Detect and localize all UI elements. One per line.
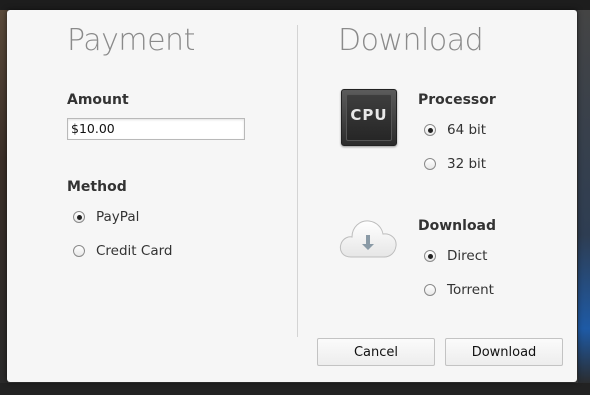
column-divider — [297, 25, 298, 337]
background-bottom — [0, 383, 590, 395]
radio-button[interactable] — [424, 158, 436, 170]
processor-option-64bit[interactable]: 64 bit — [424, 120, 486, 140]
processor-label: Processor — [418, 92, 496, 108]
processor-option-label: 64 bit — [447, 122, 487, 138]
cancel-button[interactable]: Cancel — [317, 338, 435, 366]
cpu-icon: CPU — [341, 89, 397, 146]
background-right — [578, 10, 590, 385]
download-button[interactable]: Download — [445, 338, 563, 366]
radio-button[interactable] — [424, 284, 436, 296]
download-option-torrent[interactable]: Torrent — [424, 280, 494, 300]
method-option-credit-card[interactable]: Credit Card — [73, 241, 172, 261]
radio-button[interactable] — [73, 245, 85, 257]
processor-option-label: 32 bit — [447, 156, 487, 172]
download-option-direct[interactable]: Direct — [424, 246, 487, 266]
radio-button[interactable] — [424, 124, 436, 136]
method-option-label: Credit Card — [96, 243, 173, 259]
download-option-label: Direct — [447, 248, 488, 264]
download-mode-label: Download — [418, 218, 497, 234]
method-option-label: PayPal — [96, 209, 140, 225]
cloud-download-icon — [339, 220, 397, 258]
radio-button[interactable] — [73, 211, 85, 223]
download-option-label: Torrent — [447, 282, 494, 298]
download-heading: Download — [338, 23, 484, 58]
amount-label: Amount — [67, 92, 129, 108]
amount-field[interactable]: $10.00 — [67, 118, 245, 140]
cpu-icon-text: CPU — [350, 106, 388, 124]
method-option-paypal[interactable]: PayPal — [73, 207, 139, 227]
payment-download-dialog: Payment Amount $10.00 Method PayPal Cred… — [7, 10, 577, 382]
payment-heading: Payment — [67, 23, 195, 58]
processor-option-32bit[interactable]: 32 bit — [424, 154, 486, 174]
radio-button[interactable] — [424, 250, 436, 262]
method-label: Method — [67, 179, 127, 195]
background-top — [0, 0, 590, 10]
